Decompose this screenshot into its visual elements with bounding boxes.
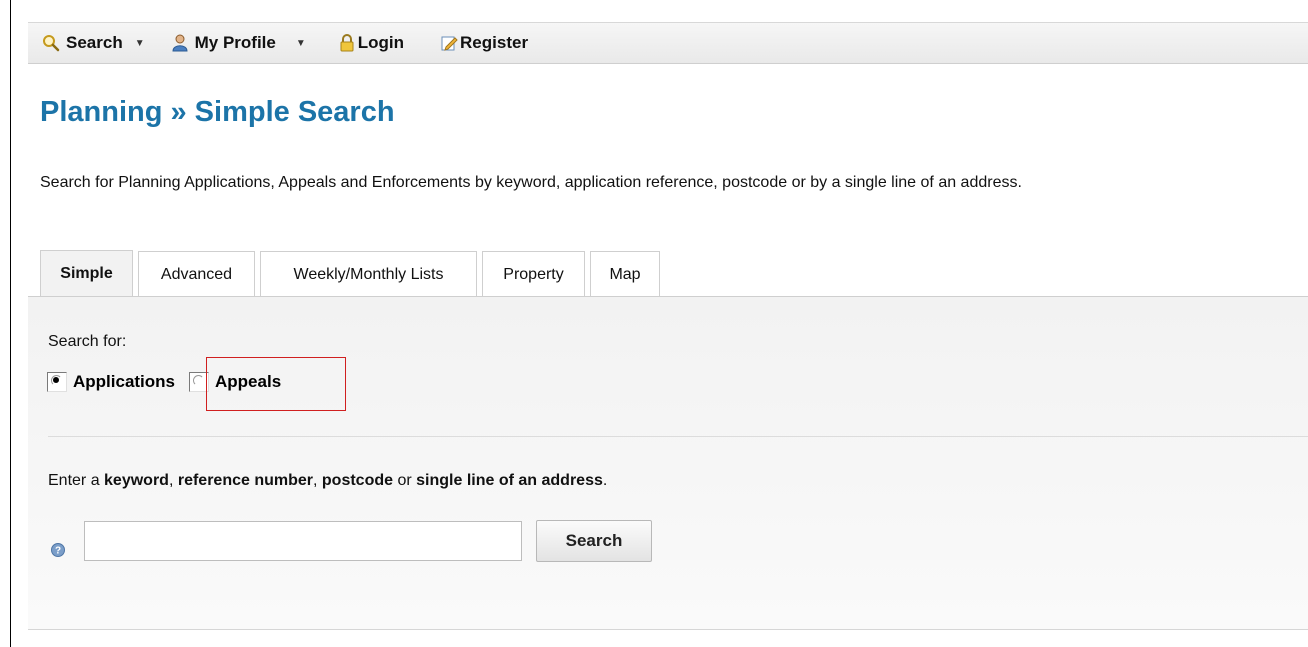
page-title: Planning » Simple Search	[40, 96, 395, 128]
option-applications[interactable]: Applications	[47, 372, 175, 392]
toolbar-login-label: Login	[357, 33, 405, 52]
toolbar-profile-menu[interactable]: My Profile ▼	[171, 23, 306, 63]
tab-map[interactable]: Map	[590, 251, 660, 297]
instruction-text: or	[393, 472, 417, 489]
search-tabs: Simple Advanced Weekly/Monthly Lists Pro…	[40, 250, 665, 297]
applications-radio[interactable]	[47, 372, 67, 392]
divider	[48, 436, 1308, 437]
svg-text:?: ?	[55, 546, 61, 557]
instruction-text: Enter a	[48, 472, 105, 489]
instruction-postcode: postcode	[321, 472, 394, 489]
top-toolbar: Search ▼ My Profile ▼ Login Register	[28, 22, 1308, 64]
tab-property[interactable]: Property	[482, 251, 585, 297]
instruction-reference-number: reference number	[177, 472, 314, 489]
magnifier-icon	[42, 34, 60, 52]
search-input[interactable]	[84, 521, 522, 561]
tab-weekly-monthly-lists[interactable]: Weekly/Monthly Lists	[260, 251, 477, 297]
instruction-text: ,	[168, 472, 178, 489]
search-for-label: Search for:	[48, 333, 127, 350]
toolbar-register-link[interactable]: Register	[440, 23, 528, 63]
chevron-down-icon: ▼	[295, 37, 306, 49]
user-icon	[171, 34, 189, 52]
toolbar-search-menu[interactable]: Search ▼	[42, 23, 145, 63]
edit-icon	[440, 34, 458, 52]
toolbar-login-link[interactable]: Login	[338, 23, 404, 63]
instruction-text: .	[602, 472, 608, 489]
help-icon[interactable]: ?	[51, 543, 65, 557]
tab-simple[interactable]: Simple	[40, 250, 133, 297]
instruction-text: ,	[313, 472, 322, 489]
applications-label: Applications	[73, 372, 176, 391]
instruction-address-line: single line of an address	[416, 472, 603, 489]
page-intro: Search for Planning Applications, Appeal…	[40, 174, 1022, 191]
instruction-keyword: keyword	[104, 472, 169, 489]
lock-icon	[338, 34, 356, 52]
simple-search-panel: Search for: Applications Appeals Enter a…	[28, 296, 1308, 630]
toolbar-profile-label: My Profile	[194, 33, 276, 52]
search-instruction: Enter a keyword, reference number, postc…	[48, 472, 607, 490]
appeals-highlight-box	[206, 357, 346, 411]
search-button[interactable]: Search	[536, 520, 652, 562]
tab-advanced[interactable]: Advanced	[138, 251, 255, 297]
toolbar-search-label: Search	[66, 33, 123, 52]
toolbar-register-label: Register	[460, 33, 529, 52]
chevron-down-icon: ▼	[134, 37, 145, 49]
